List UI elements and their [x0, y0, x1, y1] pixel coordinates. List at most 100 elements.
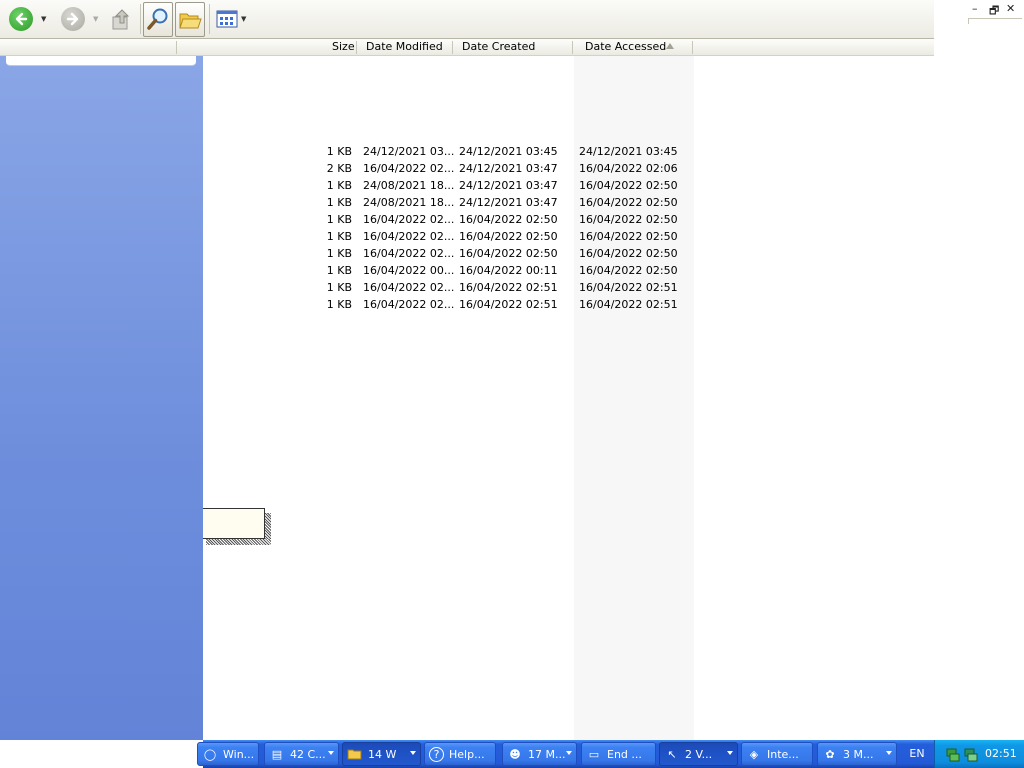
table-row[interactable]: 1 KB 16/04/2022 02... 16/04/2022 02:50 1…: [203, 211, 1024, 228]
views-icon: [216, 10, 238, 28]
cell-date-modified: 16/04/2022 02...: [363, 247, 455, 260]
back-button[interactable]: [9, 7, 33, 31]
group-dropdown-icon: [886, 751, 892, 755]
cell-date-accessed: 16/04/2022 02:50: [579, 196, 678, 209]
cell-date-accessed: 16/04/2022 02:50: [579, 247, 678, 260]
table-row[interactable]: 1 KB 24/08/2021 18... 24/12/2021 03:47 1…: [203, 177, 1024, 194]
column-separator[interactable]: [176, 41, 177, 54]
task-label: 3 M...: [843, 747, 874, 761]
column-separator[interactable]: [452, 41, 453, 54]
search-icon: [147, 8, 168, 30]
cell-date-modified: 16/04/2022 02...: [363, 213, 455, 226]
task-button-windows[interactable]: ◯ Win...: [197, 742, 259, 766]
cursor-icon: ↖: [667, 747, 677, 761]
cell-date-modified: 16/04/2022 00...: [363, 264, 455, 277]
group-dropdown-icon: [328, 751, 334, 755]
table-row[interactable]: 1 KB 24/08/2021 18... 24/12/2021 03:47 1…: [203, 194, 1024, 211]
taskbar: ◯ Win... ▤ 42 C... 14 W ? Help... ☻ 17 M…: [197, 740, 1024, 768]
forward-arrow-icon: [61, 7, 85, 31]
cell-date-accessed: 16/04/2022 02:50: [579, 264, 678, 277]
task-label: Help...: [449, 747, 485, 761]
table-row[interactable]: 1 KB 16/04/2022 02... 16/04/2022 02:50 1…: [203, 228, 1024, 245]
file-list[interactable]: 1 KB 24/12/2021 03... 24/12/2021 03:45 2…: [203, 56, 1024, 740]
forward-dropdown-icon[interactable]: ▼: [93, 15, 98, 23]
rename-box-shadow: [206, 539, 271, 545]
explorer-toolbar: ▼ ▼ ▼: [0, 0, 934, 39]
system-tray: 02:51: [934, 740, 1024, 768]
cell-size: 1 KB: [326, 213, 352, 226]
windows-icon: ◯: [203, 747, 217, 761]
task-pane-panel: [6, 56, 196, 66]
cell-size: 1 KB: [326, 196, 352, 209]
back-dropdown-icon[interactable]: ▼: [41, 15, 46, 23]
search-button[interactable]: [143, 2, 173, 37]
up-folder-button[interactable]: [109, 6, 133, 32]
table-row[interactable]: 1 KB 24/12/2021 03... 24/12/2021 03:45 2…: [203, 143, 1024, 160]
network-tray-icon[interactable]: [945, 746, 961, 765]
task-button-help[interactable]: ? Help...: [424, 742, 496, 766]
folders-button[interactable]: [175, 2, 205, 37]
window-icon: ▭: [588, 747, 600, 761]
task-button-folder-group[interactable]: 14 W: [342, 742, 421, 766]
task-button-end-program[interactable]: ▭ End ...: [581, 742, 656, 766]
task-label: Inte...: [767, 747, 799, 761]
cell-date-created: 24/12/2021 03:47: [459, 179, 558, 192]
table-row[interactable]: 1 KB 16/04/2022 02... 16/04/2022 02:51 1…: [203, 296, 1024, 313]
minimize-icon[interactable]: –: [972, 2, 978, 15]
column-header-date-created[interactable]: Date Created: [462, 39, 535, 55]
cell-date-accessed: 16/04/2022 02:51: [579, 298, 678, 311]
task-button-raccoon-group[interactable]: ☻ 17 M...: [502, 742, 577, 766]
cell-date-accessed: 24/12/2021 03:45: [579, 145, 678, 158]
task-button-internet[interactable]: ◈ Inte...: [741, 742, 813, 766]
close-icon[interactable]: ✕: [1006, 2, 1015, 15]
clock[interactable]: 02:51: [985, 740, 1017, 768]
views-button[interactable]: [215, 9, 239, 29]
cell-date-created: 16/04/2022 02:51: [459, 298, 558, 311]
views-dropdown-icon[interactable]: ▼: [241, 15, 246, 23]
cell-date-modified: 16/04/2022 02...: [363, 298, 455, 311]
forward-button[interactable]: [61, 7, 85, 31]
task-button-notepad-group[interactable]: ▤ 42 C...: [264, 742, 339, 766]
rename-edit-box[interactable]: [203, 508, 265, 539]
cell-size: 1 KB: [326, 247, 352, 260]
task-pane: [0, 56, 203, 740]
cell-size: 1 KB: [326, 179, 352, 192]
cell-date-accessed: 16/04/2022 02:50: [579, 230, 678, 243]
group-dropdown-icon: [727, 751, 733, 755]
address-bar-edge: [968, 18, 1022, 24]
column-separator[interactable]: [356, 41, 357, 54]
task-label: 14 W: [368, 747, 397, 761]
task-label: Win...: [223, 747, 255, 761]
column-header-date-accessed[interactable]: Date Accessed: [585, 39, 666, 55]
cell-size: 1 KB: [326, 264, 352, 277]
up-folder-icon: [112, 9, 130, 30]
column-separator[interactable]: [692, 41, 693, 54]
raccoon-icon: ☻: [509, 747, 521, 761]
task-button-app-group[interactable]: ✿ 3 M...: [817, 742, 897, 766]
language-indicator[interactable]: EN: [900, 740, 934, 768]
table-row[interactable]: 2 KB 16/04/2022 02... 24/12/2021 03:47 1…: [203, 160, 1024, 177]
table-row[interactable]: 1 KB 16/04/2022 02... 16/04/2022 02:51 1…: [203, 279, 1024, 296]
table-row[interactable]: 1 KB 16/04/2022 00... 16/04/2022 00:11 1…: [203, 262, 1024, 279]
column-header-size[interactable]: Size: [332, 39, 355, 55]
task-label: 2 V...: [685, 747, 713, 761]
cell-size: 1 KB: [326, 230, 352, 243]
table-row[interactable]: 1 KB 16/04/2022 02... 16/04/2022 02:50 1…: [203, 245, 1024, 262]
cell-date-created: 24/12/2021 03:47: [459, 196, 558, 209]
notepad-icon: ▤: [271, 747, 283, 761]
task-label: 17 M...: [528, 747, 566, 761]
sort-ascending-icon: [666, 43, 674, 49]
column-header-date-modified[interactable]: Date Modified: [366, 39, 443, 55]
toolbar-separator: [140, 4, 141, 34]
network-tray-icon[interactable]: [963, 746, 979, 765]
back-arrow-icon: [9, 7, 33, 31]
network-icon: ◈: [749, 747, 759, 761]
cell-date-created: 16/04/2022 00:11: [459, 264, 558, 277]
cell-date-created: 16/04/2022 02:50: [459, 230, 558, 243]
cell-date-created: 24/12/2021 03:47: [459, 162, 558, 175]
folder-icon: [347, 746, 363, 762]
column-separator[interactable]: [572, 41, 573, 54]
folder-icon: [179, 13, 202, 28]
cell-size: 2 KB: [326, 162, 352, 175]
task-button-cursor-group[interactable]: ↖ 2 V...: [659, 742, 738, 766]
